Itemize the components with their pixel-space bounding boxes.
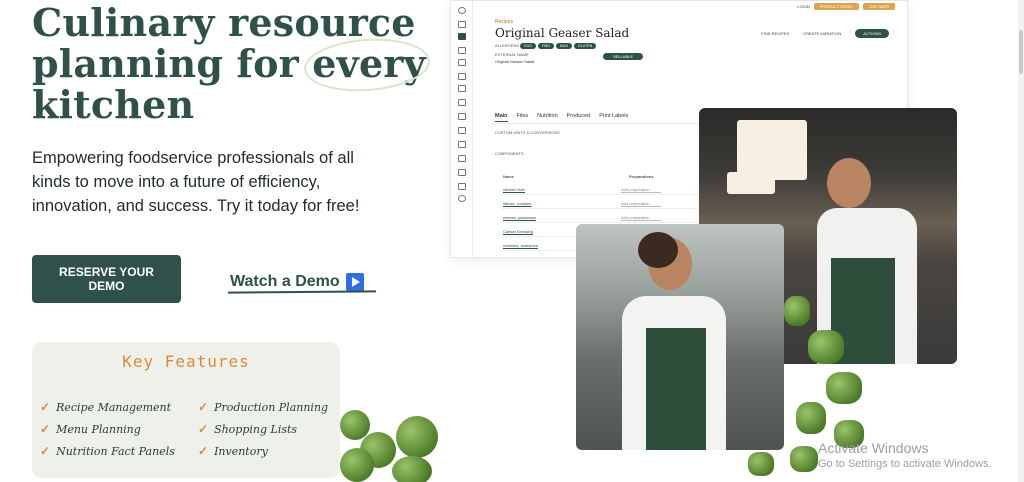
find-recipes-button[interactable]: FIND RECIPES (761, 31, 789, 36)
allergen-chip: FISH (537, 43, 554, 49)
lettuce-image (790, 446, 818, 472)
sidebar-icon (458, 113, 466, 120)
lettuce-image (784, 296, 810, 326)
external-name-field[interactable]: Original Geaser Salad (495, 59, 534, 64)
tab-produced[interactable]: Produced (567, 113, 591, 122)
hero-title: Culinary resource planning for every kit… (32, 2, 452, 125)
sprout-image (396, 416, 438, 458)
chef-face (827, 158, 871, 208)
col-name-header: Name (503, 174, 514, 179)
actions-button[interactable]: ACTIONS (855, 29, 889, 38)
allergens-label: ALLERGENS (495, 43, 520, 48)
activate-windows-title: Activate Windows (818, 440, 929, 456)
feature-item: ✓ Shopping Lists (198, 422, 298, 436)
app-header-actions: FIND RECIPES CREATE VARIATION ACTIONS (761, 29, 889, 38)
check-icon: ✓ (40, 422, 51, 436)
logo-icon (458, 7, 466, 14)
page-scrollbar[interactable] (1018, 0, 1024, 482)
tab-nutrition[interactable]: Nutrition (537, 113, 557, 122)
lettuce-image (748, 452, 774, 476)
scrollbar-thumb[interactable] (1019, 30, 1023, 74)
sidebar-icon (458, 47, 466, 54)
hero-title-line2: planning for (32, 41, 313, 86)
reserve-demo-button[interactable]: RESERVE YOUR DEMO (32, 255, 181, 303)
activate-windows-subtitle: Go to Settings to activate Windows. (818, 458, 992, 470)
key-features-card: Key Features ✓ Recipe Management ✓ Product… (32, 342, 340, 478)
app-sidebar (451, 1, 473, 257)
hero-subtitle: Empowering foodservice professionals of … (32, 149, 360, 215)
product-demo-button[interactable]: PRODUCT DEMO (813, 3, 859, 10)
hero-title-line3: kitchen (32, 82, 195, 127)
feature-item: ✓ Production Planning (198, 400, 329, 414)
table-row[interactable]: chicken liver Add preparation (501, 183, 701, 195)
components-label: COMPONENTS (495, 151, 524, 156)
hero-title-highlight: every (312, 41, 426, 86)
sidebar-icon (458, 33, 466, 40)
lettuce-image (796, 402, 826, 434)
sidebar-icon (458, 127, 466, 134)
lettuce-image (826, 372, 862, 404)
watch-demo-link[interactable]: Watch a Demo (230, 273, 364, 291)
sidebar-icon (458, 141, 466, 148)
sidebar-icon (458, 183, 466, 190)
tab-main[interactable]: Main (495, 113, 508, 122)
table-row[interactable]: cheese, parmesan Add preparation (501, 211, 701, 223)
custom-units-link[interactable]: CUSTOM UNITS & CONVERSIONS (495, 130, 560, 135)
sidebar-icon (458, 169, 466, 176)
feature-item: ✓ Inventory (198, 444, 268, 458)
breadcrumb[interactable]: Recipes (495, 19, 513, 25)
sprout-image (340, 448, 374, 482)
allergen-chip: GLUTEN (574, 43, 597, 49)
sidebar-icon (458, 155, 466, 162)
allergen-chip: EGG (520, 43, 536, 49)
sellable-toggle[interactable]: SELLABLE (603, 53, 644, 60)
col-prep-header: Preparations (629, 174, 654, 179)
window-light (737, 120, 807, 180)
login-link[interactable]: LOGIN (797, 4, 809, 9)
sidebar-icon (458, 85, 466, 92)
check-icon: ✓ (198, 422, 209, 436)
cook-hair (638, 232, 678, 268)
check-icon: ✓ (40, 400, 51, 414)
create-variation-button[interactable]: CREATE VARIATION (803, 31, 841, 36)
hero-title-line1: Culinary resource (32, 0, 416, 45)
watch-demo-underline (227, 290, 377, 294)
table-row[interactable]: lettuce, romaine Add preparation (501, 197, 701, 209)
watch-demo-label: Watch a Demo (230, 273, 340, 290)
check-icon: ✓ (198, 444, 209, 458)
location-icon (458, 195, 466, 202)
feature-item: ✓ Menu Planning (40, 422, 141, 436)
tab-files[interactable]: Files (517, 113, 529, 122)
feature-item: ✓ Recipe Management (40, 400, 172, 414)
allergens-row: ALLERGENS EGG FISH MILK GLUTEN (495, 43, 598, 49)
window-light (727, 172, 775, 194)
cook-photo (576, 224, 784, 450)
sprout-image (392, 456, 432, 482)
feature-item: ✓ Nutrition Fact Panels (40, 444, 175, 458)
lettuce-image (808, 330, 844, 364)
app-topbar: LOGIN PRODUCT DEMO JOB FAIRS (797, 3, 895, 10)
sidebar-icon (458, 59, 466, 66)
allergen-chip: MILK (555, 43, 573, 49)
sidebar-icon (458, 21, 466, 28)
tab-print-labels[interactable]: Print Labels (599, 113, 628, 122)
app-tabs: Main Files Nutrition Produced Print Labe… (495, 113, 628, 122)
play-icon (345, 273, 364, 291)
cook-apron (646, 328, 706, 450)
job-fairs-button[interactable]: JOB FAIRS (862, 3, 895, 10)
external-name-label: EXTERNAL NAME (495, 52, 529, 57)
check-icon: ✓ (198, 400, 209, 414)
key-features-title: Key Features (122, 352, 250, 371)
sidebar-icon (458, 99, 466, 106)
sidebar-icon (458, 73, 466, 80)
recipe-title: Original Geaser Salad (495, 26, 630, 40)
check-icon: ✓ (40, 444, 51, 458)
